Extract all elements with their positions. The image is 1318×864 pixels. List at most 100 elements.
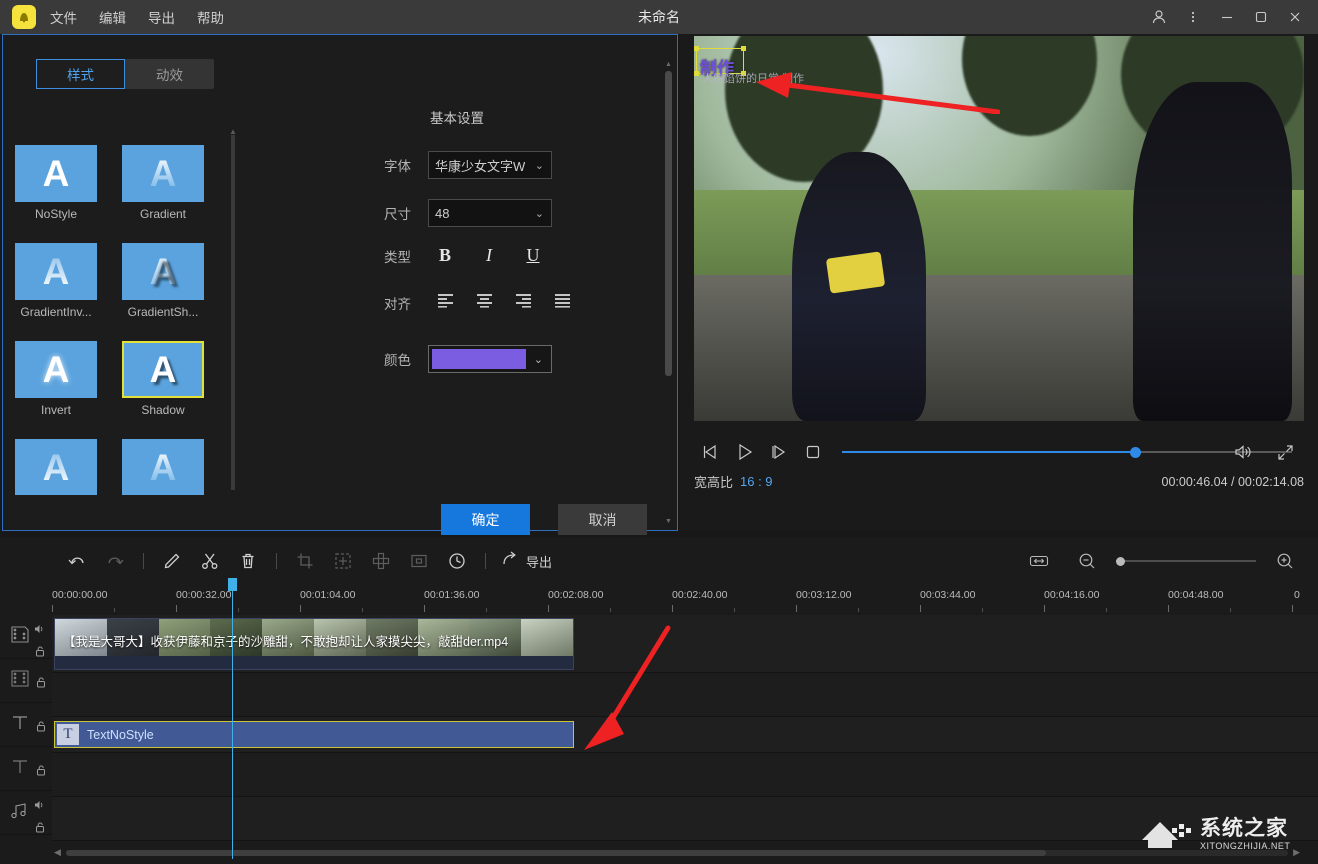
lock-icon[interactable] [36, 719, 46, 737]
track-header-video-2[interactable] [0, 659, 52, 703]
scroll-down-arrow-icon[interactable]: ▼ [665, 518, 672, 525]
slider-knob[interactable] [1116, 557, 1125, 566]
tab-style[interactable]: 样式 [36, 59, 125, 89]
scrollbar-thumb[interactable] [231, 135, 235, 490]
color-picker[interactable]: ⌄ [428, 345, 552, 373]
italic-button[interactable]: I [481, 245, 497, 266]
export-button[interactable]: 导出 [501, 550, 552, 573]
transform-icon[interactable] [324, 542, 362, 580]
resize-handle[interactable] [694, 71, 699, 76]
ruler-tick-minor [238, 608, 239, 612]
fit-timeline-icon[interactable] [1020, 542, 1058, 580]
style-preset-gradient[interactable]: A Gradient [122, 145, 204, 221]
font-select[interactable]: 华康少女文字W ⌄ [428, 151, 552, 179]
style-preset-gradientinv[interactable]: A GradientInv... [15, 243, 97, 319]
maximize-button[interactable] [1244, 0, 1278, 34]
style-preset-shadow[interactable]: A Shadow [122, 341, 204, 417]
lock-icon[interactable] [36, 675, 46, 693]
scroll-left-arrow-icon[interactable]: ◀ [54, 847, 61, 858]
close-button[interactable] [1278, 0, 1312, 34]
zoom-in-icon[interactable] [1266, 542, 1304, 580]
menu-bar: 文件 编辑 导出 帮助 [50, 7, 224, 27]
menu-item-edit[interactable]: 编辑 [99, 7, 126, 27]
resize-handle[interactable] [741, 46, 746, 51]
track-lane-text-2[interactable] [52, 753, 1318, 797]
size-select[interactable]: 48 ⌄ [428, 199, 552, 227]
stop-button[interactable] [796, 435, 830, 469]
playback-progress-slider[interactable] [842, 445, 1292, 459]
track-header-video-1[interactable] [0, 615, 52, 659]
style-label: Invert [15, 403, 97, 417]
style-preset-nostyle[interactable]: A NoStyle [15, 145, 97, 221]
resize-handle[interactable] [694, 46, 699, 51]
fullscreen-icon[interactable] [1268, 435, 1302, 469]
track-lane-text-1[interactable]: T TextNoStyle [52, 717, 1318, 753]
track-header-text-2[interactable] [0, 747, 52, 791]
delete-trash-icon[interactable] [229, 542, 267, 580]
playhead-grip[interactable] [228, 578, 237, 591]
align-justify-icon[interactable] [554, 293, 571, 313]
volume-icon[interactable] [35, 797, 46, 815]
step-forward-button[interactable] [762, 435, 796, 469]
lock-icon[interactable] [35, 820, 46, 838]
align-left-icon[interactable] [437, 293, 454, 313]
speed-clock-icon[interactable] [438, 542, 476, 580]
align-center-icon[interactable] [476, 293, 493, 313]
playhead[interactable] [232, 589, 233, 859]
mosaic-icon[interactable] [362, 542, 400, 580]
style-thumb: A [122, 341, 204, 398]
track-header-audio-1[interactable] [0, 791, 52, 835]
style-grid-scrollbar[interactable]: ▲ [231, 135, 235, 490]
style-preset-more-1[interactable]: A [15, 439, 97, 495]
scroll-up-arrow-icon[interactable]: ▲ [665, 61, 672, 68]
tab-animation[interactable]: 动效 [125, 59, 214, 89]
track-header-text-1[interactable] [0, 703, 52, 747]
style-preset-invert[interactable]: A Invert [15, 341, 97, 417]
menu-item-export[interactable]: 导出 [148, 7, 175, 27]
underline-button[interactable]: U [525, 245, 541, 266]
video-clip[interactable]: 【我是大哥大】收获伊藤和京子的沙雕甜，不敢抱却让人家摸尖尖，敲甜der.mp4 [54, 618, 574, 670]
font-label: 字体 [384, 155, 428, 175]
video-preview[interactable]: 制作 人的馅饼的日常 制作 [694, 36, 1304, 421]
track-lane-video-1[interactable]: 【我是大哥大】收获伊藤和京子的沙雕甜，不敢抱却让人家摸尖尖，敲甜der.mp4 [52, 615, 1318, 673]
pip-icon[interactable] [400, 542, 438, 580]
crop-icon[interactable] [286, 542, 324, 580]
step-back-button[interactable] [694, 435, 728, 469]
size-label: 尺寸 [384, 203, 428, 223]
track-lane-video-2[interactable] [52, 673, 1318, 717]
confirm-button[interactable]: 确定 [441, 504, 530, 535]
timeline-horizontal-scrollbar[interactable]: ◀ ▶ [52, 847, 1302, 858]
bold-button[interactable]: B [437, 245, 453, 266]
menu-item-file[interactable]: 文件 [50, 7, 77, 27]
lock-icon[interactable] [36, 763, 46, 781]
minimize-button[interactable] [1210, 0, 1244, 34]
scrollbar-thumb[interactable] [66, 850, 1046, 856]
text-clip[interactable]: T TextNoStyle [54, 721, 574, 748]
style-preset-gradientshadow[interactable]: A GradientSh... [122, 243, 204, 319]
zoom-slider[interactable] [1116, 555, 1256, 567]
ruler-tick-label: 00:03:12.00 [796, 589, 851, 601]
type-label: 类型 [384, 246, 428, 266]
slider-knob[interactable] [1130, 447, 1141, 458]
text-icon [10, 757, 30, 781]
cut-scissors-icon[interactable] [191, 542, 229, 580]
slider-track [1116, 560, 1256, 562]
zoom-out-icon[interactable] [1068, 542, 1106, 580]
volume-icon[interactable] [35, 621, 46, 639]
style-preset-more-2[interactable]: A [122, 439, 204, 495]
scrollbar-thumb[interactable] [665, 71, 672, 376]
timeline-ruler[interactable]: 00:00:00.00 00:00:32.00 00:01:04.00 00:0… [0, 589, 1318, 613]
account-icon[interactable] [1142, 0, 1176, 34]
align-right-icon[interactable] [515, 293, 532, 313]
undo-icon[interactable] [58, 542, 96, 580]
cancel-button[interactable]: 取消 [558, 504, 647, 535]
menu-item-help[interactable]: 帮助 [197, 7, 224, 27]
track-lane-audio-1[interactable] [52, 797, 1318, 841]
more-options-icon[interactable] [1176, 0, 1210, 34]
track-lanes: 【我是大哥大】收获伊藤和京子的沙雕甜，不敢抱却让人家摸尖尖，敲甜der.mp4 … [52, 615, 1318, 841]
volume-icon[interactable] [1226, 435, 1260, 469]
edit-pencil-icon[interactable] [153, 542, 191, 580]
redo-icon[interactable] [96, 542, 134, 580]
play-button[interactable] [728, 435, 762, 469]
dialog-scrollbar[interactable]: ▲ ▼ [665, 63, 672, 523]
